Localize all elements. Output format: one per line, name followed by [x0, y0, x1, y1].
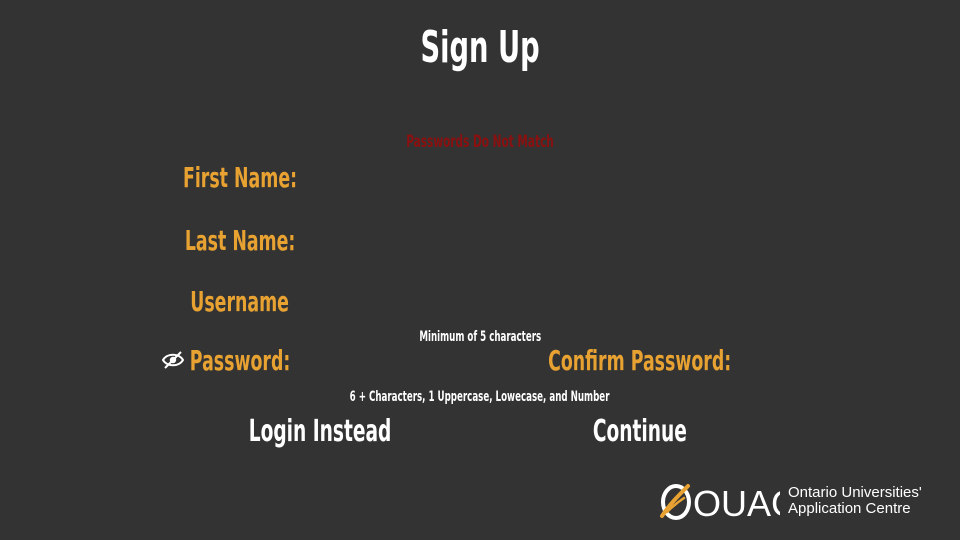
page-title: Sign Up [420, 22, 540, 73]
last-name-input[interactable] [310, 227, 644, 259]
ouac-name-line1: Ontario Universities' [788, 484, 922, 501]
first-name-input[interactable] [310, 164, 644, 196]
login-instead-button[interactable]: Login Instead [190, 412, 450, 452]
ouac-logo-mark: OUAC [660, 483, 780, 522]
ouac-name: Ontario Universities' Application Centre [788, 485, 922, 517]
ouac-logo: OUAC Ontario Universities' Application C… [660, 482, 950, 522]
password-hint: 6 + Characters, 1 Uppercase, Lowecase, a… [350, 389, 610, 405]
ouac-name-line2: Application Centre [788, 500, 911, 517]
error-message: Passwords Do Not Match [406, 132, 554, 152]
continue-button[interactable]: Continue [510, 412, 770, 452]
ouac-letters: OUAC [693, 483, 780, 522]
username-input[interactable] [310, 288, 644, 320]
confirm-password-input[interactable] [745, 347, 949, 379]
